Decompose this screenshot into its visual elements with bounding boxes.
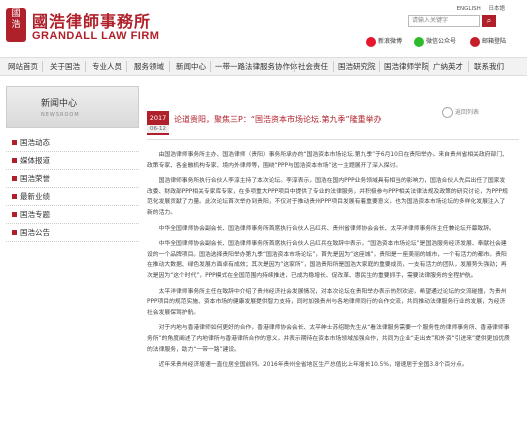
bullet-icon	[12, 176, 17, 181]
bullet-icon	[12, 230, 17, 235]
site-header: 國浩 國浩律師事務所 GRANDALL LAW FIRM ENGLISH 日本語…	[0, 0, 527, 56]
nav-services[interactable]: 服务领域	[134, 58, 164, 75]
back-icon	[441, 107, 453, 118]
logo-en[interactable]: GRANDALL LAW FIRM	[32, 30, 159, 42]
main-nav: 网站首页 关于国浩 专业人员 服务领域 新闻中心 一带一路法律服务协作体 社会责…	[0, 57, 527, 76]
nav-careers[interactable]: 广纳英才	[433, 58, 463, 75]
language-switcher: ENGLISH 日本語	[451, 4, 505, 12]
nav-research-institute[interactable]: 国浩研究院	[338, 58, 376, 75]
bullet-icon	[12, 158, 17, 163]
sidebar-item-honors[interactable]: 国浩荣誉	[6, 170, 139, 188]
paragraph: 国浩律师事务所执行合伙人李淳主持了本次论坛。李淳表示，国浩在国内PPP业务领域具…	[147, 178, 508, 216]
nav-news[interactable]: 新闻中心	[176, 58, 206, 75]
divider	[147, 139, 519, 140]
sidebar-item-media[interactable]: 媒体报道	[6, 152, 139, 170]
sidebar: 新闻中心 NEWSROOM 国浩动态 媒体报道 国浩荣誉 最新业绩 国浩专题 国…	[6, 86, 139, 242]
nav-belt-road[interactable]: 一带一路法律服务协作体	[215, 58, 298, 75]
paragraph: 由国浩律师事务所主办、国浩律师（贵阳）事务所承办的“国浩资本市场论坛.第九季”于…	[147, 152, 508, 169]
bullet-icon	[12, 194, 17, 199]
mail-label: 邮箱登陆	[482, 38, 507, 45]
weibo-label: 新浪微博	[378, 38, 403, 45]
mail-icon	[470, 36, 480, 47]
sidebar-item-firm-news[interactable]: 国浩动态	[6, 134, 139, 152]
search-input[interactable]: 请输入关键字	[408, 15, 480, 27]
paragraph: 近年来贵州经济增速一直位居全国前列。2016年贵州全省地区生产总值比上年增长10…	[158, 362, 468, 369]
logo-cn[interactable]: 國浩律師事務所	[32, 8, 151, 32]
paragraph: 对于内地与香港律师如何更好的合作，香港律师协会会长、太平绅士苏绍聪先生从“看法律…	[147, 325, 510, 353]
wechat-link[interactable]: 微信公众号	[414, 36, 456, 47]
nav-contact[interactable]: 联系我们	[474, 58, 504, 75]
article-date: 2017 06-12	[147, 111, 169, 135]
nav-home[interactable]: 网站首页	[8, 58, 38, 75]
article-body: 由国浩律师事务所主办、国浩律师（贵阳）事务所承办的“国浩资本市场论坛.第九季”于…	[147, 150, 511, 376]
sidebar-header: 新闻中心 NEWSROOM	[6, 86, 139, 128]
sidebar-item-topics[interactable]: 国浩专题	[6, 206, 139, 224]
weibo-icon	[366, 36, 376, 47]
nav-law-academy[interactable]: 国浩律师学院	[384, 58, 429, 75]
sidebar-title: 新闻中心	[41, 99, 78, 109]
lang-japanese[interactable]: 日本語	[488, 6, 505, 12]
logo-seal[interactable]: 國浩	[6, 8, 26, 42]
date-year: 2017	[149, 114, 167, 122]
wechat-label: 微信公众号	[426, 38, 457, 45]
paragraph: 中华全国律师协会副会长、国浩律师事务所首席执行合伙人吕红兵在致辞中表示，“国浩资…	[147, 241, 507, 279]
sidebar-item-deals[interactable]: 最新业绩	[6, 188, 139, 206]
sidebar-subtitle: NEWSROOM	[41, 112, 80, 118]
paragraph: 中华全国律师协会副会长、国浩律师事务所首席执行合伙人吕红兵、贵州省律师协会会长、…	[158, 225, 495, 232]
wechat-icon	[414, 36, 424, 47]
mail-link[interactable]: 邮箱登陆	[470, 36, 506, 47]
date-month-day: 06-12	[147, 125, 169, 133]
weibo-link[interactable]: 新浪微博	[366, 36, 402, 47]
search-icon[interactable]: ⌕	[482, 15, 496, 27]
bullet-icon	[12, 212, 17, 217]
lang-english[interactable]: ENGLISH	[457, 6, 481, 12]
sidebar-item-notices[interactable]: 国浩公告	[6, 224, 139, 242]
nav-social-responsibility[interactable]: 社会责任	[298, 58, 328, 75]
bullet-icon	[12, 140, 17, 145]
paragraph: 太平洋律师事务所主任在致辞中介绍了贵州经济社会发展情况，对本次论坛在贵阳举办表示…	[147, 288, 507, 316]
back-to-list[interactable]: 返回列表	[441, 107, 479, 118]
article-title: 论道贵阳，聚焦三P：“国浩资本市场论坛.第九季”隆重举办	[174, 115, 382, 124]
nav-people[interactable]: 专业人员	[92, 58, 122, 75]
nav-about[interactable]: 关于国浩	[50, 58, 80, 75]
